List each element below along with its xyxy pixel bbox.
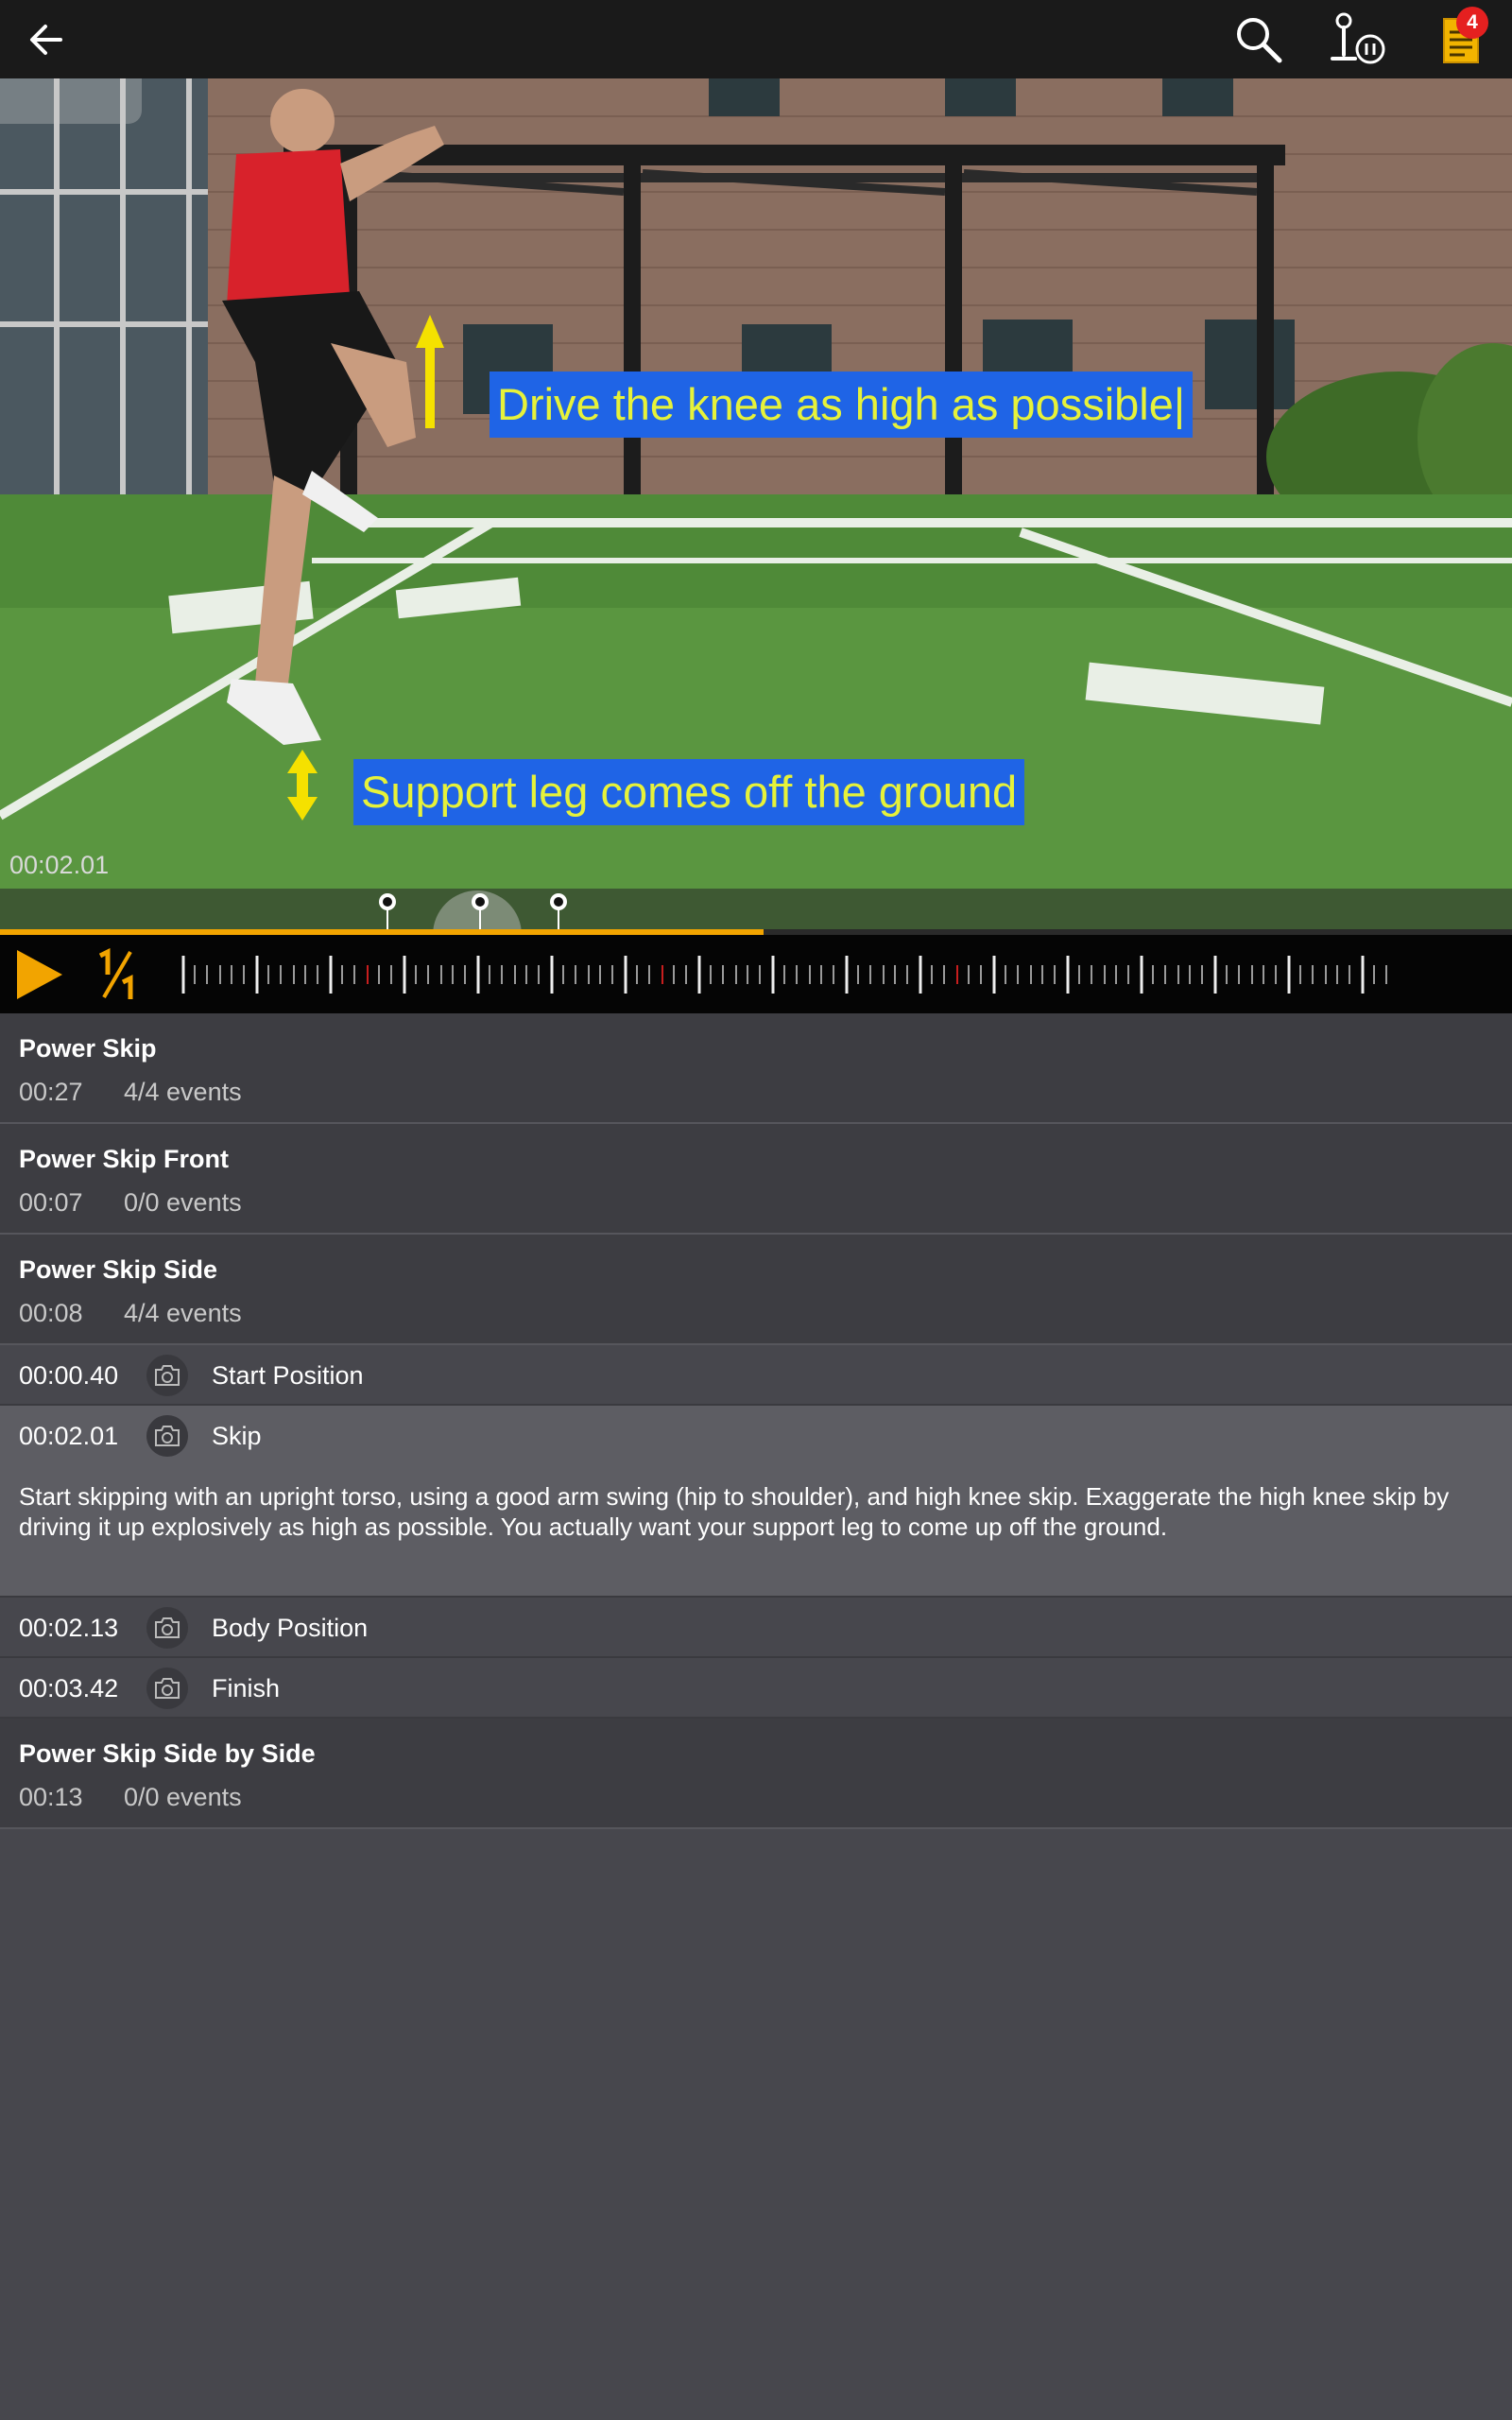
clip-row[interactable]: Power Skip Front 00:07 0/0 events (0, 1124, 1512, 1235)
clip-duration: 00:27 (19, 1078, 83, 1106)
snapshot-button[interactable] (0, 78, 142, 124)
clip-event-count: 4/4 events (124, 1078, 242, 1106)
event-label: Body Position (212, 1614, 369, 1642)
clip-event-count: 0/0 events (124, 1188, 242, 1217)
event-time: 00:02.13 (19, 1614, 119, 1642)
event-row[interactable]: 00:03.42 Finish (0, 1658, 1512, 1719)
play-icon[interactable] (15, 948, 64, 1001)
clip-row[interactable]: Power Skip Side 00:08 4/4 events (0, 1235, 1512, 1345)
camera-icon[interactable] (146, 1607, 188, 1649)
event-time: 00:02.01 (19, 1422, 119, 1450)
camera-icon[interactable] (146, 1415, 188, 1457)
camera-icon[interactable] (146, 1668, 188, 1709)
event-label: Skip (212, 1422, 262, 1450)
clip-list: Power Skip 00:27 4/4 events Power Skip F… (0, 1013, 1512, 1829)
video-caption-top: Drive the knee as high as possible| (490, 372, 1194, 438)
video-player[interactable]: Drive the knee as high as possible| Supp… (0, 78, 1512, 929)
speed-one-to-one-icon[interactable] (94, 948, 142, 1001)
event-markers (379, 890, 567, 935)
clip-title: Power Skip Side (19, 1255, 218, 1284)
event-label: Finish (212, 1674, 281, 1703)
event-time: 00:03.42 (19, 1674, 119, 1703)
clip-title: Power Skip Side by Side (19, 1739, 316, 1768)
back-arrow-icon[interactable] (23, 17, 70, 62)
video-timestamp: 00:02.01 (9, 851, 110, 879)
clip-duration: 00:13 (19, 1783, 83, 1811)
clip-event-count: 0/0 events (124, 1783, 242, 1811)
event-row-selected[interactable]: 00:02.01 Skip Start skipping with an upr… (0, 1406, 1512, 1598)
search-icon[interactable] (1232, 13, 1285, 66)
clip-row[interactable]: Power Skip Side by Side 00:13 0/0 events (0, 1719, 1512, 1829)
event-row[interactable]: 00:00.40 Start Position (0, 1345, 1512, 1406)
event-row[interactable]: 00:02.13 Body Position (0, 1598, 1512, 1658)
event-label: Start Position (212, 1361, 364, 1390)
clip-duration: 00:08 (19, 1299, 83, 1327)
clip-title: Power Skip Front (19, 1145, 230, 1173)
clip-duration: 00:07 (19, 1188, 83, 1217)
video-caption-bottom: Support leg comes off the ground (353, 759, 1025, 825)
notification-badge: 4 (1456, 7, 1488, 39)
top-app-bar: 4 (0, 0, 1512, 78)
event-time: 00:00.40 (19, 1361, 119, 1390)
tracker-pause-icon[interactable] (1327, 11, 1389, 68)
clip-event-count: 4/4 events (124, 1299, 242, 1327)
clip-title: Power Skip (19, 1034, 157, 1063)
clip-row[interactable]: Power Skip 00:27 4/4 events (0, 1013, 1512, 1124)
camera-icon[interactable] (146, 1355, 188, 1396)
jog-wheel[interactable] (180, 952, 1399, 997)
playback-controls (0, 935, 1512, 1013)
event-description: Start skipping with an upright torso, us… (19, 1482, 1450, 1541)
